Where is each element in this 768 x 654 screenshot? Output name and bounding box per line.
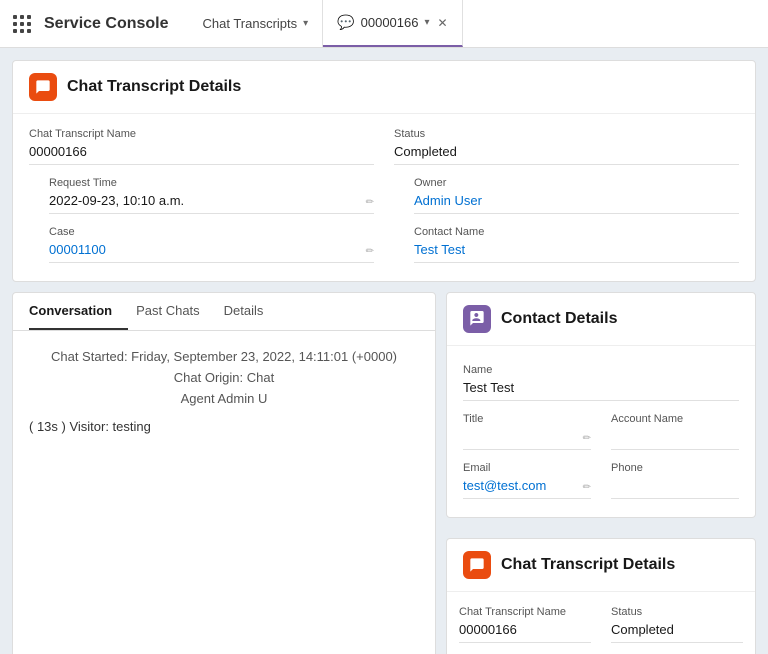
field-owner: Owner Admin User: [394, 171, 739, 220]
contact-field-email: Email test@test.com: [463, 456, 591, 505]
contact-label-email: Email: [463, 462, 591, 474]
contact-label-phone: Phone: [611, 462, 739, 474]
bottom-value-transcript-name: 00000166: [459, 621, 591, 643]
bottom-transcript-card-title: Chat Transcript Details: [501, 556, 675, 574]
chevron-down-icon: ▾: [303, 18, 308, 29]
field-value-contact-name: Test Test: [414, 241, 739, 263]
field-label-case: Case: [49, 226, 374, 238]
case-link[interactable]: 00001100: [49, 242, 106, 257]
tab-details[interactable]: Details: [224, 293, 280, 330]
field-contact-name: Contact Name Test Test: [394, 220, 739, 269]
conversation-section: Conversation Past Chats Details Chat Sta…: [12, 292, 436, 654]
chat-origin: Chat Origin: Chat: [29, 368, 419, 389]
bottom-row: Conversation Past Chats Details Chat Sta…: [12, 292, 756, 654]
chevron-down-icon-2: ▾: [424, 17, 429, 28]
contact-field-name: Name Test Test: [463, 358, 739, 407]
contact-details-card: Contact Details Name Test Test Title: [446, 292, 756, 518]
contact-field-account: Account Name: [591, 407, 739, 456]
top-transcript-card: Chat Transcript Details Chat Transcript …: [12, 60, 756, 282]
contact-row-title-account: Title Account Name: [463, 407, 739, 456]
bottom-transcript-card-header: Chat Transcript Details: [447, 539, 755, 592]
tab-chat-transcripts[interactable]: Chat Transcripts ▾: [189, 0, 324, 47]
inner-tabs: Conversation Past Chats Details: [13, 293, 435, 331]
bottom-field-transcript-name: Chat Transcript Name 00000166: [459, 600, 591, 649]
field-value-transcript-name: 00000166: [29, 143, 374, 165]
bottom-label-status: Status: [611, 606, 743, 618]
field-label-request-time: Request Time: [49, 177, 374, 189]
agent-name: Agent Admin U: [29, 389, 419, 410]
tab-close-button[interactable]: ✕: [438, 16, 448, 30]
top-transcript-card-header: Chat Transcript Details: [13, 61, 755, 114]
contact-value-email: test@test.com: [463, 477, 591, 499]
bottom-field-status: Status Completed: [611, 600, 743, 649]
conversation-card: Conversation Past Chats Details Chat Sta…: [12, 292, 436, 654]
bottom-transcript-body: Chat Transcript Name 00000166 Request Ti…: [447, 592, 755, 654]
field-label-transcript-name: Chat Transcript Name: [29, 128, 374, 140]
contact-field-phone: Phone: [591, 456, 739, 505]
edit-title-icon[interactable]: [583, 429, 591, 444]
contact-card-body: Name Test Test Title Ac: [447, 346, 755, 517]
field-transcript-name: Chat Transcript Name 00000166: [29, 122, 374, 171]
conversation-body: Chat Started: Friday, September 23, 2022…: [13, 331, 435, 450]
tab-past-chats[interactable]: Past Chats: [136, 293, 216, 330]
field-value-status: Completed: [394, 143, 739, 165]
visitor-message: ( 13s ) Visitor: testing: [29, 419, 419, 434]
chat-icon: 💬: [337, 14, 354, 31]
chat-started: Chat Started: Friday, September 23, 2022…: [29, 347, 419, 368]
contact-field-title: Title: [463, 407, 591, 456]
edit-email-icon[interactable]: [583, 478, 591, 493]
bottom-transcript-icon: [463, 551, 491, 579]
bottom-transcript-left: Chat Transcript Name 00000166 Request Ti…: [459, 600, 591, 654]
field-value-owner: Admin User: [414, 192, 739, 214]
contact-name-link[interactable]: Test Test: [414, 242, 465, 257]
contact-label-name: Name: [463, 364, 739, 376]
bottom-field-owner: Owner Admin User: [611, 649, 743, 654]
field-value-request-time: 2022-09-23, 10:10 a.m.: [49, 192, 374, 214]
field-status: Status Completed: [394, 122, 739, 171]
contact-value-name: Test Test: [463, 379, 739, 401]
contact-row-email-phone: Email test@test.com Phone: [463, 456, 739, 505]
field-value-case: 00001100: [49, 241, 374, 263]
contact-card-icon: [463, 305, 491, 333]
owner-link[interactable]: Admin User: [414, 193, 482, 208]
field-label-owner: Owner: [414, 177, 739, 189]
app-launcher-icon[interactable]: [8, 10, 36, 38]
contact-value-phone: [611, 477, 739, 499]
main-content: Chat Transcript Details Chat Transcript …: [0, 48, 768, 654]
tab-record[interactable]: 💬 00000166 ▾ ✕: [323, 0, 462, 47]
top-card-left: Chat Transcript Name 00000166 Request Ti…: [29, 122, 374, 269]
tab-conversation[interactable]: Conversation: [29, 293, 128, 330]
contact-card-header: Contact Details: [447, 293, 755, 346]
right-panel: Contact Details Name Test Test Title: [446, 292, 756, 654]
tab-record-label: 00000166: [361, 15, 419, 30]
transcript-card-icon: [29, 73, 57, 101]
top-transcript-card-title: Chat Transcript Details: [67, 78, 241, 96]
conversation-meta: Chat Started: Friday, September 23, 2022…: [29, 347, 419, 409]
bottom-transcript-right: Status Completed Owner Admin User: [611, 600, 743, 654]
bottom-value-status: Completed: [611, 621, 743, 643]
bottom-field-request-time: Request Time 2022-09-23, 10:10 a.m.: [459, 649, 591, 654]
contact-label-account: Account Name: [611, 413, 739, 425]
field-label-contact-name: Contact Name: [414, 226, 739, 238]
nav-tabs: Chat Transcripts ▾ 💬 00000166 ▾ ✕: [189, 0, 463, 47]
contact-label-title: Title: [463, 413, 591, 425]
bottom-label-transcript-name: Chat Transcript Name: [459, 606, 591, 618]
edit-case-icon[interactable]: [366, 242, 374, 257]
contact-card-title: Contact Details: [501, 310, 617, 328]
tab-label: Chat Transcripts: [203, 16, 298, 31]
field-label-status: Status: [394, 128, 739, 140]
bottom-transcript-card: Chat Transcript Details Chat Transcript …: [446, 538, 756, 654]
contact-value-title: [463, 428, 591, 450]
top-card-right: Status Completed Owner Admin User Contac…: [394, 122, 739, 269]
app-name: Service Console: [44, 15, 169, 33]
field-case: Case 00001100: [29, 220, 374, 269]
field-request-time: Request Time 2022-09-23, 10:10 a.m.: [29, 171, 374, 220]
top-nav: Service Console Chat Transcripts ▾ 💬 000…: [0, 0, 768, 48]
contact-value-account: [611, 428, 739, 450]
edit-request-time-icon[interactable]: [366, 193, 374, 208]
email-link[interactable]: test@test.com: [463, 478, 546, 493]
top-card-body: Chat Transcript Name 00000166 Request Ti…: [13, 114, 755, 281]
